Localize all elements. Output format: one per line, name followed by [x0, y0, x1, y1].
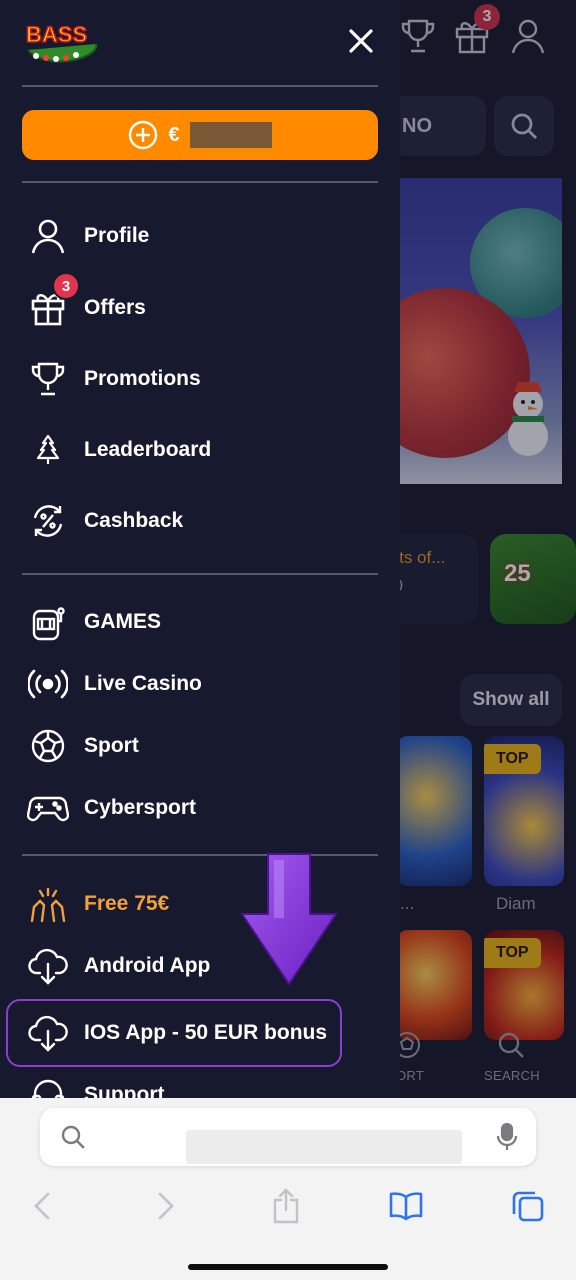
- menu-label: GAMES: [84, 610, 162, 633]
- download-cloud-icon: [26, 944, 70, 988]
- microphone-icon[interactable]: [496, 1122, 518, 1152]
- menu-item-free-bonus[interactable]: Free 75€: [26, 880, 169, 928]
- url-redacted: [186, 1130, 462, 1164]
- logo-text: BASS: [26, 22, 87, 47]
- menu-label: Profile: [84, 224, 150, 247]
- gamepad-icon: [26, 786, 70, 830]
- arrow-down-icon: [240, 853, 338, 986]
- menu-label: IOS App - 50 EUR bonus: [84, 1021, 328, 1044]
- menu-item-sport[interactable]: Sport: [26, 722, 139, 770]
- offers-badge: 3: [52, 272, 80, 300]
- divider: [22, 85, 378, 87]
- celebrate-icon: [26, 882, 70, 926]
- menu-label: Cybersport: [84, 796, 197, 819]
- menu-label: Promotions: [84, 367, 201, 390]
- home-indicator: [188, 1264, 388, 1270]
- book-icon: [389, 1192, 423, 1221]
- menu-item-promotions[interactable]: Promotions: [26, 355, 201, 403]
- divider: [22, 573, 378, 575]
- menu-item-support[interactable]: Support: [26, 1071, 164, 1100]
- menu-label: Leaderboard: [84, 438, 212, 461]
- plus-circle-icon: [129, 120, 158, 150]
- search-icon: [61, 1125, 85, 1149]
- menu-item-leaderboard[interactable]: Leaderboard: [26, 426, 211, 474]
- forward-button[interactable]: [146, 1186, 186, 1226]
- tree-icon: [26, 428, 70, 472]
- menu-label: Live Casino: [84, 672, 202, 695]
- browser-toolbar: [0, 1098, 576, 1280]
- bass-logo: BASS: [25, 21, 98, 63]
- balance-redacted: [189, 122, 272, 148]
- bookmarks-button[interactable]: [386, 1186, 426, 1226]
- menu-item-offers[interactable]: 3 Offers: [26, 272, 146, 332]
- support-icon: [26, 1073, 70, 1100]
- menu-item-cybersport[interactable]: Cybersport: [26, 784, 196, 832]
- profile-icon: [26, 214, 70, 258]
- tabs-icon: [512, 1191, 544, 1222]
- menu-item-cashback[interactable]: Cashback: [26, 497, 183, 545]
- live-icon: [26, 662, 70, 706]
- menu-label: Free 75€: [84, 892, 170, 915]
- chevron-left-icon: [34, 1192, 50, 1220]
- tabs-button[interactable]: [508, 1186, 548, 1226]
- download-cloud-icon: [26, 1011, 70, 1055]
- divider: [22, 181, 378, 183]
- deposit-button[interactable]: €: [22, 110, 378, 160]
- slot-machine-icon: [26, 600, 70, 644]
- menu-label: Android App: [84, 954, 211, 977]
- address-bar[interactable]: [40, 1108, 536, 1166]
- chevron-right-icon: [158, 1192, 174, 1220]
- menu-item-games[interactable]: GAMES: [26, 598, 161, 646]
- cashback-icon: [26, 499, 70, 543]
- deposit-currency: €: [168, 123, 180, 146]
- trophy-icon: [26, 357, 70, 401]
- menu-label: Cashback: [84, 509, 184, 532]
- soccer-ball-icon: [26, 724, 70, 768]
- menu-item-android-app[interactable]: Android App: [26, 942, 210, 990]
- menu-item-live-casino[interactable]: Live Casino: [26, 660, 202, 708]
- gift-icon: 3: [26, 272, 80, 330]
- share-icon: [273, 1188, 299, 1224]
- menu-item-profile[interactable]: Profile: [26, 212, 149, 260]
- menu-item-ios-app[interactable]: IOS App - 50 EUR bonus: [26, 1009, 327, 1057]
- menu-label: Sport: [84, 734, 139, 757]
- back-button[interactable]: [22, 1186, 62, 1226]
- close-button[interactable]: [344, 24, 378, 58]
- side-menu-drawer: BASS € Profile 3 Offers Promotions Leade…: [0, 0, 400, 1100]
- menu-label: Offers: [84, 296, 146, 319]
- share-button[interactable]: [266, 1186, 306, 1226]
- close-icon: [349, 29, 373, 53]
